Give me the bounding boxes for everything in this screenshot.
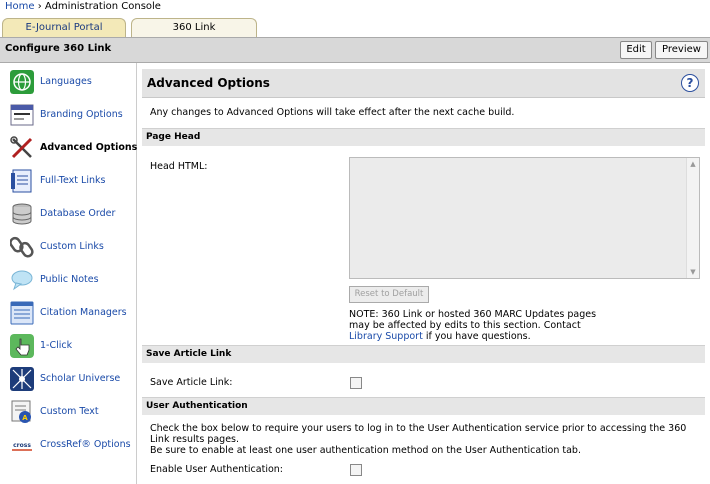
save-article-link-checkbox[interactable] bbox=[350, 377, 362, 389]
breadcrumb-current: Administration Console bbox=[44, 1, 161, 12]
sidebar-item-label: Custom Text bbox=[40, 406, 99, 417]
breadcrumb-separator: › bbox=[37, 1, 42, 12]
sidebar-item-custom-links[interactable]: Custom Links bbox=[10, 233, 134, 261]
chain-link-icon bbox=[10, 236, 34, 258]
database-icon bbox=[12, 203, 32, 225]
sidebar-item-label: CrossRef® Options bbox=[40, 439, 131, 450]
panel-title: Advanced Options bbox=[147, 76, 270, 90]
sidebar-item-public-notes[interactable]: Public Notes bbox=[10, 266, 134, 294]
network-icon bbox=[10, 367, 34, 391]
breadcrumb-home-link[interactable]: Home bbox=[5, 1, 35, 12]
sidebar-item-database-order[interactable]: Database Order bbox=[10, 200, 134, 228]
globe-icon bbox=[10, 70, 34, 94]
sidebar-item-custom-text[interactable]: A Custom Text bbox=[10, 398, 134, 426]
sidebar-item-label: Citation Managers bbox=[40, 307, 127, 318]
scroll-up-icon[interactable]: ▲ bbox=[689, 160, 697, 168]
sidebar-item-label: Scholar Universe bbox=[40, 373, 121, 384]
section-title: Page Head bbox=[146, 132, 201, 142]
tab-360-link[interactable]: 360 Link bbox=[131, 18, 257, 37]
note-line: Library Support if you have questions. bbox=[349, 331, 609, 342]
breadcrumb: Home › Administration Console bbox=[5, 1, 161, 12]
preview-button[interactable]: Preview bbox=[655, 41, 708, 59]
sidebar-item-1-click[interactable]: 1-Click bbox=[10, 332, 134, 360]
sidebar-item-advanced-options[interactable]: Advanced Options bbox=[10, 134, 138, 162]
section-save-article-link: Save Article Link bbox=[142, 345, 705, 363]
sidebar-item-label: Database Order bbox=[40, 208, 116, 219]
page-title: Configure 360 Link bbox=[5, 43, 112, 54]
tab-e-journal-portal[interactable]: E-Journal Portal bbox=[2, 18, 126, 37]
speech-bubble-icon bbox=[11, 270, 33, 291]
user-auth-text-2: Be sure to enable at least one user auth… bbox=[150, 445, 581, 456]
sidebar-item-languages[interactable]: Languages bbox=[10, 68, 134, 96]
crossref-icon: cross bbox=[10, 437, 34, 453]
svg-text:A: A bbox=[22, 414, 28, 422]
head-html-textarea[interactable] bbox=[349, 157, 700, 279]
note-line: NOTE: 360 Link or hosted 360 MARC Update… bbox=[349, 309, 597, 320]
section-title: Save Article Link bbox=[146, 349, 232, 359]
list-icon bbox=[10, 301, 34, 325]
help-icon[interactable]: ? bbox=[681, 74, 699, 92]
scroll-down-icon[interactable]: ▼ bbox=[689, 268, 697, 276]
section-title: User Authentication bbox=[146, 401, 248, 411]
svg-text:cross: cross bbox=[13, 442, 31, 449]
section-page-head: Page Head bbox=[142, 128, 705, 146]
user-auth-text-1: Check the box below to require your user… bbox=[150, 423, 687, 445]
panel-header: Advanced Options ? bbox=[142, 69, 705, 98]
tab-bar: E-Journal Portal 360 Link bbox=[0, 18, 710, 37]
textarea-scrollbar[interactable]: ▲ ▼ bbox=[686, 158, 699, 278]
branding-icon bbox=[10, 104, 34, 126]
config-title-bar: Configure 360 Link Edit Preview bbox=[0, 37, 710, 63]
sidebar-item-label: Public Notes bbox=[40, 274, 99, 285]
sidebar-item-label: Full-Text Links bbox=[40, 175, 106, 186]
sidebar-item-label: Languages bbox=[40, 76, 92, 87]
sidebar-item-scholar-universe[interactable]: Scholar Universe bbox=[10, 365, 134, 393]
enable-user-auth-label: Enable User Authentication: bbox=[150, 464, 283, 475]
sidebar-item-citation-managers[interactable]: Citation Managers bbox=[10, 299, 134, 327]
sidebar-item-label: Advanced Options bbox=[40, 142, 138, 153]
tools-icon bbox=[10, 136, 33, 159]
note-line: may be affected by edits to this section… bbox=[349, 320, 581, 331]
head-html-label: Head HTML: bbox=[150, 161, 208, 172]
sidebar-item-full-text-links[interactable]: Full-Text Links bbox=[10, 167, 134, 195]
library-support-link[interactable]: Library Support bbox=[349, 331, 423, 342]
enable-user-auth-checkbox[interactable] bbox=[350, 464, 362, 476]
advanced-options-panel: Advanced Options ? Any changes to Advanc… bbox=[142, 69, 705, 484]
pointer-hand-icon bbox=[10, 334, 34, 358]
page-head-note: NOTE: 360 Link or hosted 360 MARC Update… bbox=[349, 309, 609, 342]
save-article-link-label: Save Article Link: bbox=[150, 377, 233, 388]
notice-text: Any changes to Advanced Options will tak… bbox=[150, 107, 515, 118]
document-icon bbox=[11, 169, 32, 193]
note-line-rest: if you have questions. bbox=[422, 331, 531, 342]
sidebar-item-label: Custom Links bbox=[40, 241, 104, 252]
section-user-authentication: User Authentication bbox=[142, 397, 705, 415]
edit-button[interactable]: Edit bbox=[620, 41, 652, 59]
sidebar-item-branding-options[interactable]: Branding Options bbox=[10, 101, 134, 129]
sidebar-item-label: 1-Click bbox=[40, 340, 73, 351]
reset-to-default-button[interactable]: Reset to Default bbox=[349, 286, 429, 303]
sidebar-item-label: Branding Options bbox=[40, 109, 123, 120]
sidebar-item-crossref-options[interactable]: cross CrossRef® Options bbox=[10, 431, 134, 459]
sidebar: Languages Branding Options Advanced Opti… bbox=[0, 63, 137, 484]
user-auth-description: Check the box below to require your user… bbox=[150, 423, 700, 456]
text-icon: A bbox=[11, 400, 31, 423]
